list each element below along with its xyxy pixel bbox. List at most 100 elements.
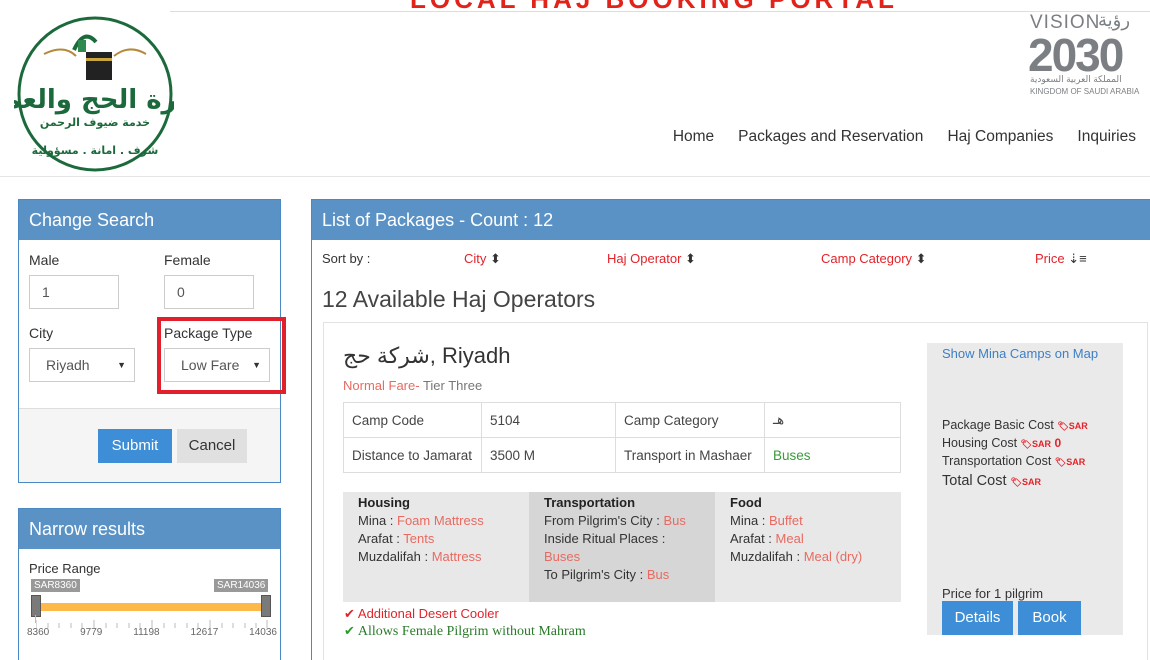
- city-select[interactable]: Riyadh ▼: [29, 348, 135, 382]
- check-icon: ✔: [344, 606, 355, 621]
- transport-cost-label: Transportation Cost: [942, 454, 1055, 468]
- sort-haj-operator[interactable]: Haj Operator ⬍: [607, 251, 696, 267]
- nav-home[interactable]: Home: [673, 128, 714, 146]
- price-max-handle[interactable]: [261, 595, 271, 617]
- price-min-handle[interactable]: [31, 595, 41, 617]
- housing-cost-label: Housing Cost: [942, 436, 1021, 450]
- transport-to-label: To Pilgrim's City :: [544, 567, 647, 582]
- housing-mina-label: Mina :: [358, 513, 398, 528]
- check-icon: ✔: [344, 623, 355, 638]
- price-max-tag: SAR14036: [214, 579, 269, 592]
- city-select-value: Riyadh: [46, 357, 90, 373]
- package-features: Housing Mina : Foam Mattress Arafat : Te…: [343, 492, 901, 602]
- price-for-pilgrims: Price for 1 pilgrim: [942, 586, 1044, 601]
- sort-amount-icon: ⇣≡: [1068, 251, 1087, 266]
- transport-label: Transport in Mashaer: [615, 437, 765, 473]
- transport-inside: Inside Ritual Places : Buses: [544, 530, 701, 566]
- fare-type: Normal Fare-: [343, 378, 420, 393]
- chevron-down-icon: ▼: [117, 360, 126, 370]
- main-nav: Home Packages and Reservation Haj Compan…: [673, 128, 1136, 146]
- transport-to-value: Bus: [646, 567, 670, 582]
- transport-from-value: Bus: [663, 513, 686, 528]
- extra-cooler: Additional Desert Cooler: [357, 606, 499, 621]
- sort-operator-label: Haj Operator: [607, 251, 682, 266]
- sort-icon: ⬍: [915, 251, 927, 266]
- camp-code-label: Camp Code: [343, 402, 482, 438]
- housing-muzdalifah-value: Mattress: [431, 549, 482, 564]
- food-mina-value: Buffet: [769, 513, 803, 528]
- show-mina-camps-link[interactable]: Show Mina Camps on Map: [942, 346, 1098, 361]
- package-type-highlight: [157, 317, 286, 394]
- city-label: City: [29, 325, 54, 341]
- basic-cost-currency: SAR: [1068, 421, 1088, 431]
- housing-muzdalifah-label: Muzdalifah :: [358, 549, 432, 564]
- housing-muzdalifah: Muzdalifah : Mattress: [358, 548, 515, 566]
- submit-button[interactable]: Submit: [98, 429, 172, 463]
- sort-camp-label: Camp Category: [821, 251, 913, 266]
- food-title: Food: [730, 495, 762, 510]
- extra-female-without-mahram: Allows Female Pilgrim without Mahram: [357, 624, 586, 639]
- header-bottom-divider: [0, 176, 1150, 177]
- logo-arabic-title: وزارة الحج والعمرة: [14, 85, 174, 115]
- food-arafat-label: Arafat :: [730, 531, 776, 546]
- sort-price[interactable]: Price ⇣≡: [1035, 251, 1087, 267]
- nav-packages-and-reservation[interactable]: Packages and Reservation: [738, 128, 923, 146]
- food-muzdalifah-value: Meal (dry): [803, 549, 863, 564]
- transport-inside-value: Buses: [544, 549, 581, 564]
- housing-mina-value: Foam Mattress: [397, 513, 484, 528]
- nav-haj-companies[interactable]: Haj Companies: [947, 128, 1053, 146]
- cancel-button[interactable]: Cancel: [177, 429, 247, 463]
- food-arafat: Arafat : Meal: [730, 530, 887, 548]
- housing-cost-row: Housing Cost 🏷SAR 0: [942, 435, 1088, 453]
- available-operators-heading: 12 Available Haj Operators: [322, 286, 596, 312]
- food-muzdalifah: Muzdalifah : Meal (dry): [730, 548, 887, 566]
- transport-from-label: From Pilgrim's City :: [544, 513, 664, 528]
- tick-label: 14036: [249, 627, 277, 638]
- male-label: Male: [29, 252, 60, 268]
- camp-category-label: Camp Category: [615, 402, 765, 438]
- housing-mina: Mina : Foam Mattress: [358, 512, 515, 530]
- price-tag-icon: 🏷: [1054, 457, 1067, 467]
- price-tag-icon: 🏷: [1020, 439, 1032, 449]
- cost-lines: Package Basic Cost 🏷SAR Housing Cost 🏷SA…: [942, 417, 1088, 491]
- camp-code-value: 5104: [481, 402, 616, 438]
- transportation-column: Transportation From Pilgrim's City : Bus…: [529, 492, 715, 602]
- ministry-emblem-icon: وزارة الحج والعمرة خدمة ضيوف الرحمن شرف …: [0, 16, 217, 172]
- camp-category-value: هـ: [764, 402, 901, 438]
- basic-cost-label: Package Basic Cost: [942, 418, 1058, 432]
- housing-arafat-value: Tents: [403, 531, 435, 546]
- food-mina-label: Mina :: [730, 513, 770, 528]
- cost-summary: Show Mina Camps on Map Package Basic Cos…: [927, 343, 1123, 635]
- operator-title: شركة حج, Riyadh: [343, 343, 510, 369]
- details-button[interactable]: Details: [942, 601, 1013, 635]
- price-tag-icon: 🏷: [1057, 421, 1069, 431]
- sort-city[interactable]: City ⬍: [464, 251, 501, 267]
- book-button[interactable]: Book: [1018, 601, 1081, 635]
- logo-arabic-subtitle: خدمة ضيوف الرحمن: [40, 116, 150, 129]
- price-range-track[interactable]: [35, 603, 267, 611]
- vision-kingdom-ar: المملكة العربية السعودية: [1030, 74, 1122, 84]
- sort-camp-category[interactable]: Camp Category ⬍: [821, 251, 927, 267]
- table-row: Camp Code 5104 Camp Category هـ: [343, 402, 901, 438]
- female-input[interactable]: 0: [164, 275, 254, 309]
- nav-inquiries[interactable]: Inquiries: [1077, 128, 1136, 146]
- search-footer: Submit Cancel: [19, 408, 280, 482]
- male-input[interactable]: 1: [29, 275, 119, 309]
- sort-price-label: Price: [1035, 251, 1065, 266]
- camp-info-table: Camp Code 5104 Camp Category هـ Distance…: [343, 402, 901, 473]
- ministry-logo[interactable]: وزارة الحج والعمرة خدمة ضيوف الرحمن شرف …: [0, 14, 217, 172]
- transport-cost-currency: SAR: [1066, 457, 1086, 467]
- housing-title: Housing: [358, 495, 410, 510]
- operator-name[interactable]: شركة حج: [343, 343, 430, 368]
- female-label: Female: [164, 252, 211, 268]
- transport-inside-label: Inside Ritual Places :: [544, 531, 666, 546]
- price-range-ticks: [35, 615, 268, 628]
- price-tag-icon: 🏷: [1010, 477, 1022, 487]
- sort-icon: ⬍: [490, 251, 501, 266]
- package-list-panel: List of Packages - Count : 12 Sort by : …: [311, 199, 1150, 660]
- housing-arafat-label: Arafat :: [358, 531, 404, 546]
- housing-column: Housing Mina : Foam Mattress Arafat : Te…: [343, 492, 529, 602]
- package-extras: ✔ Additional Desert Cooler ✔ Allows Female…: [344, 605, 586, 640]
- basic-cost-row: Package Basic Cost 🏷SAR: [942, 417, 1088, 435]
- sort-city-label: City: [464, 251, 487, 266]
